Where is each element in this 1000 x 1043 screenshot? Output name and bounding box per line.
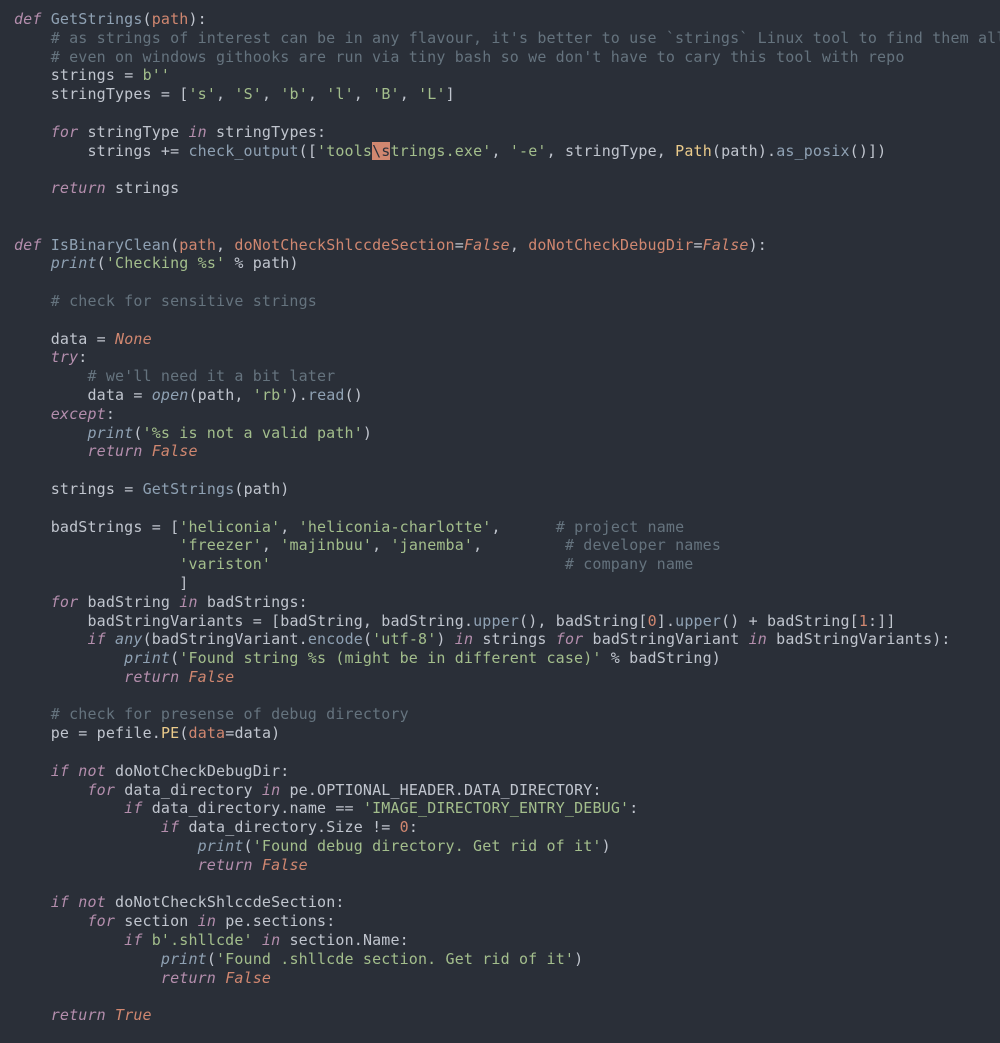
code-block: def GetStrings(path): # as strings of in… (0, 0, 1000, 1043)
